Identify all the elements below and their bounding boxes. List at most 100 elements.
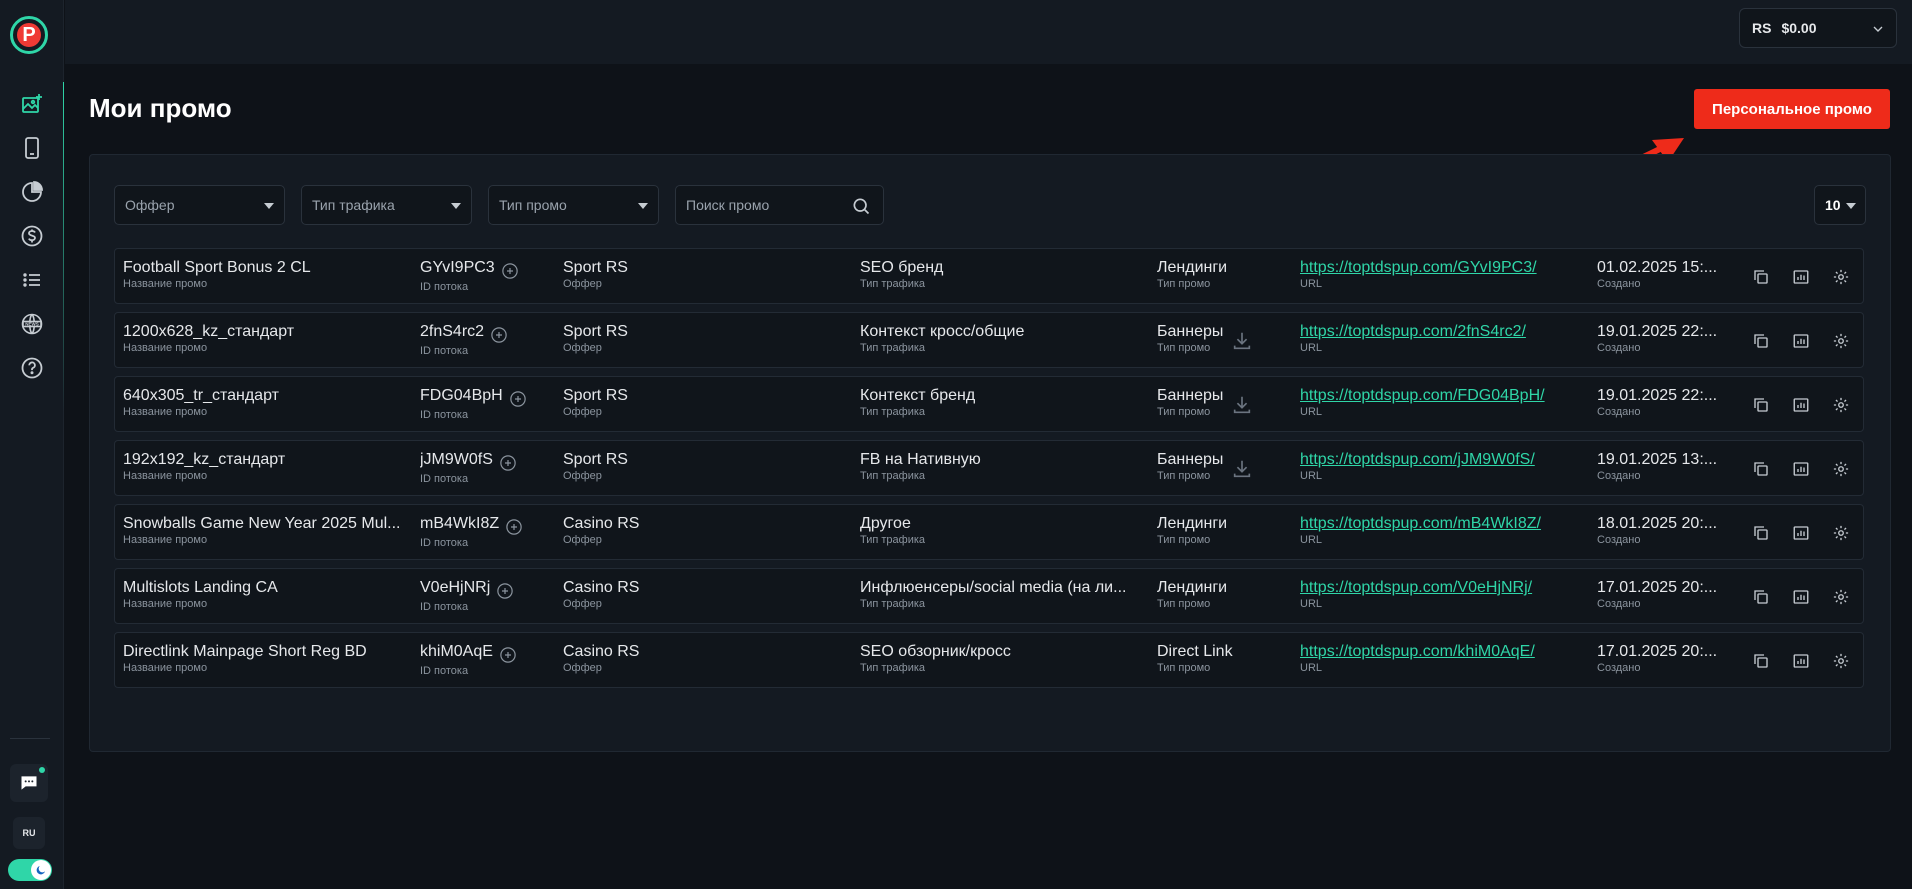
row-actions [1751,459,1851,479]
offer-value: Sport RS [563,323,628,340]
created-cell: 19.01.2025 22:... Создано [1597,322,1725,354]
promo-name-label: Название промо [123,662,208,674]
add-circle-icon[interactable] [505,518,523,536]
traffic-label: Тип трафика [860,662,926,674]
sidebar-item-help[interactable] [0,346,64,390]
promo-url-link[interactable]: https://toptdspup.com/mB4WkI8Z/ [1300,514,1585,533]
add-circle-icon[interactable] [496,582,514,600]
settings-button[interactable] [1831,587,1851,607]
add-circle-icon[interactable] [490,326,508,344]
copy-button[interactable] [1751,267,1771,287]
search-input[interactable]: Поиск промо [675,185,884,225]
moon-icon [36,866,45,875]
stats-button[interactable] [1791,523,1811,543]
sidebar-nav: NEWS [0,82,64,390]
add-circle-icon[interactable] [509,390,527,408]
balance-dropdown[interactable]: RS $0.00 [1739,8,1897,48]
promo-url-link[interactable]: https://toptdspup.com/khiM0AqE/ [1300,642,1585,661]
promo-name: Multislots Landing CA [123,579,278,596]
promo-name: 640x305_tr_стандарт [123,387,279,404]
logo[interactable]: P [10,16,48,54]
sidebar-item-news[interactable]: NEWS [0,302,64,346]
copy-button[interactable] [1751,651,1771,671]
settings-button[interactable] [1831,459,1851,479]
url-cell: https://toptdspup.com/jJM9W0fS/ URL [1300,450,1585,482]
settings-button[interactable] [1831,331,1851,351]
gear-icon [1833,653,1849,669]
stats-button[interactable] [1791,331,1811,351]
add-circle-icon[interactable] [501,262,519,280]
sidebar-item-statistics[interactable] [0,170,64,214]
row-actions [1751,331,1851,351]
promo-type-value: Баннеры [1157,323,1224,340]
settings-button[interactable] [1831,523,1851,543]
traffic-value: FB на Нативную [860,451,981,468]
created-cell: 18.01.2025 20:... Создано [1597,514,1725,546]
bar-chart-icon [1793,590,1809,604]
promo-url-link[interactable]: https://toptdspup.com/GYvI9PC3/ [1300,258,1585,277]
promo-type-filter[interactable]: Тип промо [488,185,659,225]
offer-filter-placeholder: Оффер [125,197,175,213]
offer-value: Sport RS [563,259,628,276]
promo-panel: Оффер Тип трафика Тип промо Поиск промо … [89,154,1891,752]
stats-button[interactable] [1791,459,1811,479]
bar-chart-icon [1793,270,1809,284]
promo-type-cell: Баннеры Тип промо [1157,450,1287,482]
settings-button[interactable] [1831,651,1851,671]
download-icon[interactable] [1231,330,1253,352]
personal-promo-button[interactable]: Персональное промо [1694,89,1890,129]
promo-type-label: Тип промо [1157,470,1211,482]
url-cell: https://toptdspup.com/khiM0AqE/ URL [1300,642,1585,674]
promo-url-link[interactable]: https://toptdspup.com/2fnS4rc2/ [1300,322,1585,341]
gear-icon [1833,525,1849,541]
promo-url-link[interactable]: https://toptdspup.com/FDG04BpH/ [1300,386,1585,405]
copy-button[interactable] [1751,523,1771,543]
theme-toggle[interactable] [8,859,52,881]
stream-id-cell: 2fnS4rc2 ID потока [420,322,560,357]
stats-button[interactable] [1791,267,1811,287]
add-circle-icon[interactable] [499,646,517,664]
stream-id-label: ID потока [420,601,469,613]
promo-name: Snowballs Game New Year 2025 Mul... [123,515,401,532]
created-date: 17.01.2025 20:... [1597,643,1718,660]
copy-icon [1754,270,1768,284]
stats-button[interactable] [1791,395,1811,415]
language-switcher[interactable]: RU [13,817,45,849]
promo-type-label: Тип промо [1157,534,1211,546]
stream-id-cell: GYvI9PC3 ID потока [420,258,560,293]
promo-name-cell: 1200x628_kz_стандарт Название промо [123,322,413,354]
stats-button[interactable] [1791,651,1811,671]
download-icon[interactable] [1231,458,1253,480]
download-icon[interactable] [1231,394,1253,416]
created-label: Создано [1597,534,1641,546]
sidebar-item-promo[interactable] [0,82,64,126]
sidebar-item-mobile[interactable] [0,126,64,170]
copy-button[interactable] [1751,395,1771,415]
traffic-type-filter[interactable]: Тип трафика [301,185,472,225]
sidebar-item-finance[interactable] [0,214,64,258]
stats-button[interactable] [1791,587,1811,607]
row-actions [1751,395,1851,415]
copy-button[interactable] [1751,331,1771,351]
promo-url-link[interactable]: https://toptdspup.com/V0eHjNRj/ [1300,578,1585,597]
add-circle-icon[interactable] [499,454,517,472]
traffic-cell: Другое Тип трафика [860,514,1130,546]
created-date: 01.02.2025 15:... [1597,259,1718,276]
per-page-select[interactable]: 10 [1814,185,1866,225]
balance-amount: $0.00 [1781,20,1817,36]
copy-button[interactable] [1751,587,1771,607]
promo-type-label: Тип промо [1157,342,1211,354]
traffic-cell: Контекст бренд Тип трафика [860,386,1130,418]
promo-type-value: Лендинги [1157,515,1228,532]
chat-notification-dot [39,767,45,773]
offer-cell: Casino RS Оффер [563,642,843,674]
chat-button[interactable] [10,764,48,802]
traffic-label: Тип трафика [860,406,926,418]
sidebar-item-list[interactable] [0,258,64,302]
promo-url-link[interactable]: https://toptdspup.com/jJM9W0fS/ [1300,450,1585,469]
copy-button[interactable] [1751,459,1771,479]
search-icon[interactable] [851,196,871,216]
offer-filter[interactable]: Оффер [114,185,285,225]
settings-button[interactable] [1831,267,1851,287]
settings-button[interactable] [1831,395,1851,415]
